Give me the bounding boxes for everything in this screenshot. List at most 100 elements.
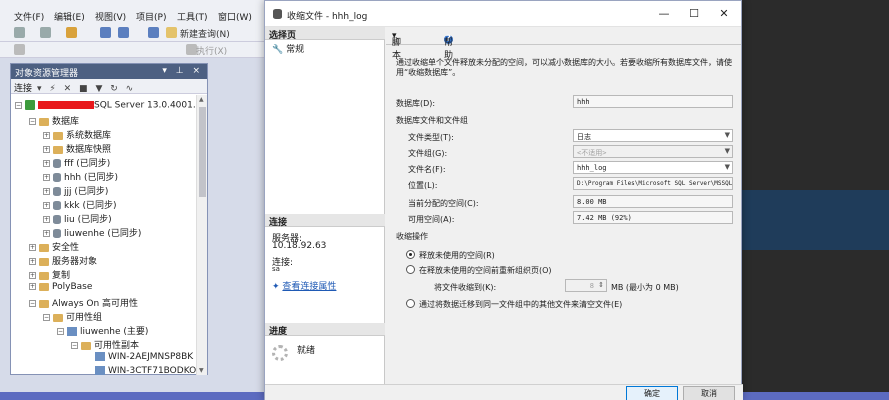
menu-window[interactable]: 窗口(W) <box>218 10 252 23</box>
database-select-icon[interactable] <box>14 44 25 55</box>
activity-icon[interactable]: ∿ <box>126 84 134 94</box>
panel-pin-close-icons[interactable]: ▾ ⊥ × <box>162 66 203 76</box>
tree-server-node[interactable]: − SQL Server 13.0.4001.0 - <box>15 100 197 113</box>
reorganize-label: 在释放未使用的空间前重新组织页(O) <box>419 266 552 275</box>
new-query-icon[interactable] <box>166 27 177 38</box>
database-icon <box>53 229 61 238</box>
dialog-toolbar: 🗎 脚本 ▾ ? 帮助 <box>386 27 741 61</box>
tree-node[interactable]: + 安全性 <box>29 240 79 253</box>
file-name-label: 文件名(F): <box>408 165 446 174</box>
save-icon[interactable] <box>118 27 129 38</box>
folder-icon <box>39 299 49 308</box>
connect-dropdown-icon[interactable]: ▾ <box>37 84 42 94</box>
scroll-down-icon[interactable]: ▼ <box>199 367 204 374</box>
tree-node[interactable]: − Always On 高可用性 <box>29 296 138 309</box>
location-label: 位置(L): <box>408 181 438 190</box>
database-icon <box>53 173 61 182</box>
filegroup-select[interactable]: <不适用> ▼ <box>573 145 733 158</box>
tree-node[interactable]: + jjj (已同步) <box>43 184 108 197</box>
minimize-button[interactable]: — <box>649 5 679 23</box>
tree-node[interactable]: + kkk (已同步) <box>43 198 117 211</box>
file-type-label: 文件类型(T): <box>408 133 454 142</box>
tree-node[interactable]: + liu (已同步) <box>43 212 112 225</box>
tree-node[interactable]: + fff (已同步) <box>43 156 110 169</box>
availability-group-icon <box>67 327 77 336</box>
execute-button[interactable]: 执行(X) <box>196 44 227 57</box>
progress-spinner-icon <box>272 345 288 361</box>
release-unused-label: 释放未使用的空间(R) <box>419 251 495 260</box>
shrink-to-unit: MB (最小为 0 MB) <box>611 283 679 292</box>
folder-icon <box>39 257 49 266</box>
back-icon[interactable] <box>14 27 25 38</box>
shrink-to-label: 将文件收缩到(K): <box>434 283 497 292</box>
redacted-hostname <box>38 101 94 109</box>
new-query-button[interactable]: 新建查询(N) <box>180 27 230 40</box>
menu-edit[interactable]: 编辑(E) <box>54 10 85 23</box>
reorganize-radio[interactable] <box>406 265 415 274</box>
dialog-titlebar: 收缩文件 - hhh_log — ☐ ✕ <box>265 1 741 27</box>
database-icon <box>53 201 61 210</box>
tree-node[interactable]: + hhh (已同步) <box>43 170 118 183</box>
save-all-icon[interactable] <box>148 27 159 38</box>
folder-icon <box>81 341 91 350</box>
file-name-select[interactable]: hhh_log ▼ <box>573 161 733 174</box>
properties-icon: ✦ <box>272 282 280 292</box>
tree-node[interactable]: − liuwenhe (主要) <box>57 324 148 337</box>
tree-node[interactable]: + PolyBase <box>29 282 92 295</box>
object-explorer-panel: 对象资源管理器 ▾ ⊥ × 连接 ▾ ⚡ ✕ ■ ▼ ↻ ∿ − SQL Serve… <box>10 63 208 375</box>
description-text: 通过收缩单个文件释放未分配的空间，可以减小数据库的大小。若要收缩所有数据库文件，… <box>396 58 732 77</box>
script-button[interactable]: 🗎 脚本 ▾ <box>392 31 401 61</box>
tree-node[interactable]: + 系统数据库 <box>43 128 111 141</box>
progress-header: 进度 <box>265 323 385 337</box>
chevron-down-icon: ▼ <box>724 131 730 139</box>
tree-node[interactable]: WIN-2AEJMNSP8BK ( <box>95 352 197 365</box>
tree-node[interactable]: + 数据库快照 <box>43 142 111 155</box>
dialog-left-pane: 选择页 🔧 常规 连接 服务器: 10.18.92.63 连接: sa ✦ 查看… <box>265 27 385 384</box>
maximize-button[interactable]: ☐ <box>679 5 709 23</box>
tree-node[interactable]: + 复制 <box>29 268 70 281</box>
database-icon <box>273 9 282 19</box>
menu-tools[interactable]: 工具(T) <box>177 10 208 23</box>
open-icon[interactable] <box>100 27 111 38</box>
connect-icon[interactable]: ⚡ <box>49 84 55 94</box>
ok-button[interactable]: 确定 <box>626 386 678 400</box>
scroll-thumb[interactable] <box>199 107 206 197</box>
dialog-right-pane: 🗎 脚本 ▾ ? 帮助 通过收缩单个文件释放未分配的空间，可以减小数据库的大小。… <box>386 27 741 384</box>
page-general[interactable]: 🔧 常规 <box>272 42 304 55</box>
menu-file[interactable]: 文件(F) <box>14 10 44 23</box>
shrink-to-stepper[interactable]: 8 ⇕ <box>565 279 607 292</box>
file-type-select[interactable]: 日志 ▼ <box>573 129 733 142</box>
menu-view[interactable]: 视图(V) <box>95 10 126 23</box>
new-project-icon[interactable] <box>66 27 77 38</box>
chevron-down-icon: ▼ <box>724 163 730 171</box>
menu-project[interactable]: 项目(P) <box>136 10 166 23</box>
tree-node[interactable]: + liuwenhe (已同步) <box>43 226 141 239</box>
shrink-file-dialog: 收缩文件 - hhh_log — ☐ ✕ 选择页 🔧 常规 连接 服务器: 10… <box>264 0 743 400</box>
forward-icon[interactable] <box>40 27 51 38</box>
filter-icon[interactable]: ▼ <box>95 84 102 94</box>
folder-icon <box>53 131 63 140</box>
connect-button[interactable]: 连接 <box>14 84 32 94</box>
tree-scrollbar[interactable]: ▲ ▼ <box>196 95 207 375</box>
folder-icon <box>53 313 63 322</box>
tree-node[interactable]: − 可用性副本 <box>71 338 139 351</box>
database-icon <box>53 159 61 168</box>
tree-node[interactable]: + 服务器对象 <box>29 254 97 267</box>
allocated-space-field: 8.00 MB <box>573 195 733 208</box>
tree-node[interactable]: − 数据库 <box>29 114 79 127</box>
disconnect-icon[interactable]: ✕ <box>64 84 72 94</box>
close-button[interactable]: ✕ <box>709 5 739 23</box>
refresh-icon[interactable]: ↻ <box>110 84 118 94</box>
scroll-up-icon[interactable]: ▲ <box>199 96 204 103</box>
folder-icon <box>39 271 49 280</box>
release-unused-radio[interactable] <box>406 250 415 259</box>
tree-node[interactable]: − 可用性组 <box>43 310 102 323</box>
tree-node[interactable]: WIN-3CTF71BODKO ( <box>95 366 197 375</box>
empty-file-radio[interactable] <box>406 299 415 308</box>
folder-icon <box>39 117 49 126</box>
view-connection-properties-link[interactable]: ✦ 查看连接属性 <box>272 279 336 292</box>
connection-value: sa <box>272 265 280 273</box>
cancel-button[interactable]: 取消 <box>683 386 735 400</box>
stop-icon[interactable]: ■ <box>79 84 88 94</box>
select-page-header: 选择页 <box>265 27 385 41</box>
